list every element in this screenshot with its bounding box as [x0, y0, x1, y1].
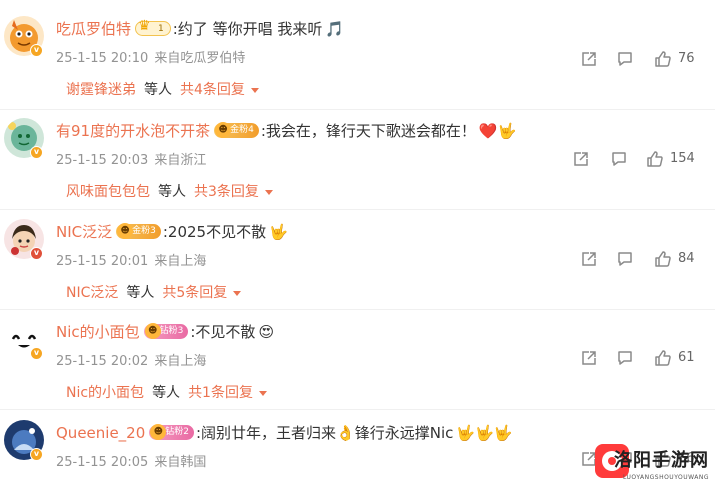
- music-note-icon: 🎵: [325, 20, 345, 38]
- comment-meta: 25-1-15 20:03 来自浙江: [56, 152, 206, 170]
- share-icon: [582, 252, 596, 266]
- comment-date: 25-1-15 20:03: [56, 153, 149, 168]
- comment-item: v 有91度的开水泡不开茶 ☻ 金粉4:我会在，锋行天下歌迷会都在！ ❤️🤟 25-1…: [0, 102, 715, 202]
- username[interactable]: Nic的小面包: [56, 323, 140, 341]
- share-icon: [582, 52, 596, 66]
- like-count: 84: [678, 251, 695, 266]
- heart-rock-icon: ❤️🤟: [478, 122, 517, 140]
- chevron-down-icon: [264, 189, 273, 195]
- comment-text: :我会在，锋行天下歌迷会都在！: [260, 122, 476, 140]
- comment-icon: [618, 252, 632, 266]
- verified-icon: v: [30, 44, 43, 57]
- watermark-title: 洛阳手游网: [614, 450, 709, 471]
- like-count: 61: [678, 350, 695, 365]
- fan-badge: ☻ 钻粉2: [149, 423, 194, 440]
- comment-source: 来自吃瓜罗伯特: [154, 51, 246, 66]
- reply-summary[interactable]: 谢霆锋迷弟 等人 共4条回复: [66, 80, 259, 100]
- fan-icon: ☻: [215, 121, 232, 138]
- comment-button[interactable]: [616, 50, 634, 70]
- comment-source: 来自韩国: [154, 455, 207, 470]
- chevron-down-icon: [258, 390, 267, 396]
- like-count: 154: [670, 151, 695, 166]
- thumbs-up-icon: [647, 151, 663, 167]
- chevron-down-icon: [233, 290, 242, 296]
- like-button[interactable]: [654, 349, 672, 369]
- comment-item: v NIC泛泛 ☻ 金粉3:2025不见不散 🤟 25-1-15 20:01 来自上海 …: [0, 203, 715, 303]
- verified-icon: v: [30, 247, 43, 260]
- reply-username[interactable]: 风味面包包包: [66, 184, 150, 200]
- reply-username[interactable]: 谢霆锋迷弟: [66, 82, 136, 98]
- rock-hand-icon: 🤟: [269, 223, 288, 241]
- thumbs-up-icon: [655, 350, 671, 366]
- comment-button[interactable]: [610, 150, 628, 170]
- like-button[interactable]: [654, 50, 672, 70]
- reply-summary[interactable]: NIC泛泛 等人 共5条回复: [66, 283, 242, 303]
- comment-text: :约了 等你开唱 我来听: [172, 20, 323, 38]
- share-icon: [582, 351, 596, 365]
- comment-item: v 吃瓜罗伯特 ♛ 1:约了 等你开唱 我来听 🎵 25-1-15 20:10 来自吃瓜…: [0, 0, 715, 100]
- reply-summary[interactable]: 风味面包包包 等人 共3条回复: [66, 182, 273, 202]
- verified-icon: v: [30, 146, 43, 159]
- like-count: 76: [678, 51, 695, 66]
- heart-eyes-icon: 😍: [258, 323, 275, 341]
- username[interactable]: NIC泛泛: [56, 223, 112, 241]
- comment-source: 来自上海: [154, 354, 207, 369]
- comment-icon: [612, 152, 626, 166]
- comment-meta: 25-1-15 20:01 来自上海: [56, 253, 206, 271]
- share-button[interactable]: [580, 250, 598, 270]
- username[interactable]: 吃瓜罗伯特: [56, 20, 131, 38]
- fan-badge: ☻ 金粉3: [116, 222, 161, 239]
- comment-icon: [618, 52, 632, 66]
- comment-item: v Nic的小面包 ☻ 钻粉3:不见不散 😍 25-1-15 20:02 来自上海 61…: [0, 303, 715, 403]
- crown-badge: ♛ 1: [135, 17, 171, 36]
- reply-count-link[interactable]: 共3条回复: [194, 184, 259, 200]
- comment-date: 25-1-15 20:02: [56, 354, 149, 369]
- username[interactable]: 有91度的开水泡不开茶: [56, 122, 210, 140]
- reply-summary[interactable]: Nic的小面包 等人 共1条回复: [66, 383, 267, 403]
- fan-icon: ☻: [144, 322, 161, 339]
- fan-badge: ☻ 金粉4: [214, 121, 259, 138]
- fan-badge: ☻ 钻粉3: [143, 322, 189, 339]
- like-button[interactable]: [646, 150, 664, 170]
- comment-source: 来自浙江: [154, 153, 207, 168]
- thumbs-up-icon: [655, 51, 671, 67]
- comment-source: 来自上海: [154, 254, 207, 269]
- comment-text: :阔别廿年，王者归来👌锋行永远撑Nic: [196, 424, 454, 442]
- watermark-subtitle: LUOYANGSHOUYOUWANG: [622, 474, 709, 481]
- verified-icon: v: [30, 448, 43, 461]
- share-button[interactable]: [580, 50, 598, 70]
- site-watermark: 洛阳手游网 LUOYANGSHOUYOUWANG: [595, 440, 709, 496]
- comment-text: :不见不散: [190, 323, 256, 341]
- comment-date: 25-1-15 20:01: [56, 254, 149, 269]
- comment-meta: 25-1-15 20:10 来自吃瓜罗伯特: [56, 50, 245, 68]
- share-button[interactable]: [572, 150, 590, 170]
- share-icon: [574, 152, 588, 166]
- comment-button[interactable]: [616, 250, 634, 270]
- comment-date: 25-1-15 20:05: [56, 455, 149, 470]
- reply-count-link[interactable]: 共1条回复: [188, 385, 253, 401]
- share-button[interactable]: [580, 349, 598, 369]
- username[interactable]: Queenie_20: [56, 424, 145, 442]
- comment-icon: [618, 351, 632, 365]
- reply-username[interactable]: NIC泛泛: [66, 285, 118, 301]
- comment-meta: 25-1-15 20:02 来自上海: [56, 353, 206, 371]
- reply-username[interactable]: Nic的小面包: [66, 385, 144, 401]
- comment-button[interactable]: [616, 349, 634, 369]
- like-button[interactable]: [654, 250, 672, 270]
- reply-count-link[interactable]: 共5条回复: [162, 285, 227, 301]
- verified-icon: v: [30, 347, 43, 360]
- reply-count-link[interactable]: 共4条回复: [180, 82, 245, 98]
- comment-meta: 25-1-15 20:05 来自韩国: [56, 454, 206, 472]
- fan-icon: ☻: [150, 423, 167, 440]
- comment-text: :2025不见不散: [162, 223, 267, 241]
- rock-hand-icon: 🤟🤟🤟: [456, 424, 513, 442]
- thumbs-up-icon: [655, 251, 671, 267]
- crown-icon: ♛: [138, 17, 151, 34]
- chevron-down-icon: [250, 87, 259, 93]
- comment-date: 25-1-15 20:10: [56, 51, 149, 66]
- fan-icon: ☻: [117, 222, 134, 239]
